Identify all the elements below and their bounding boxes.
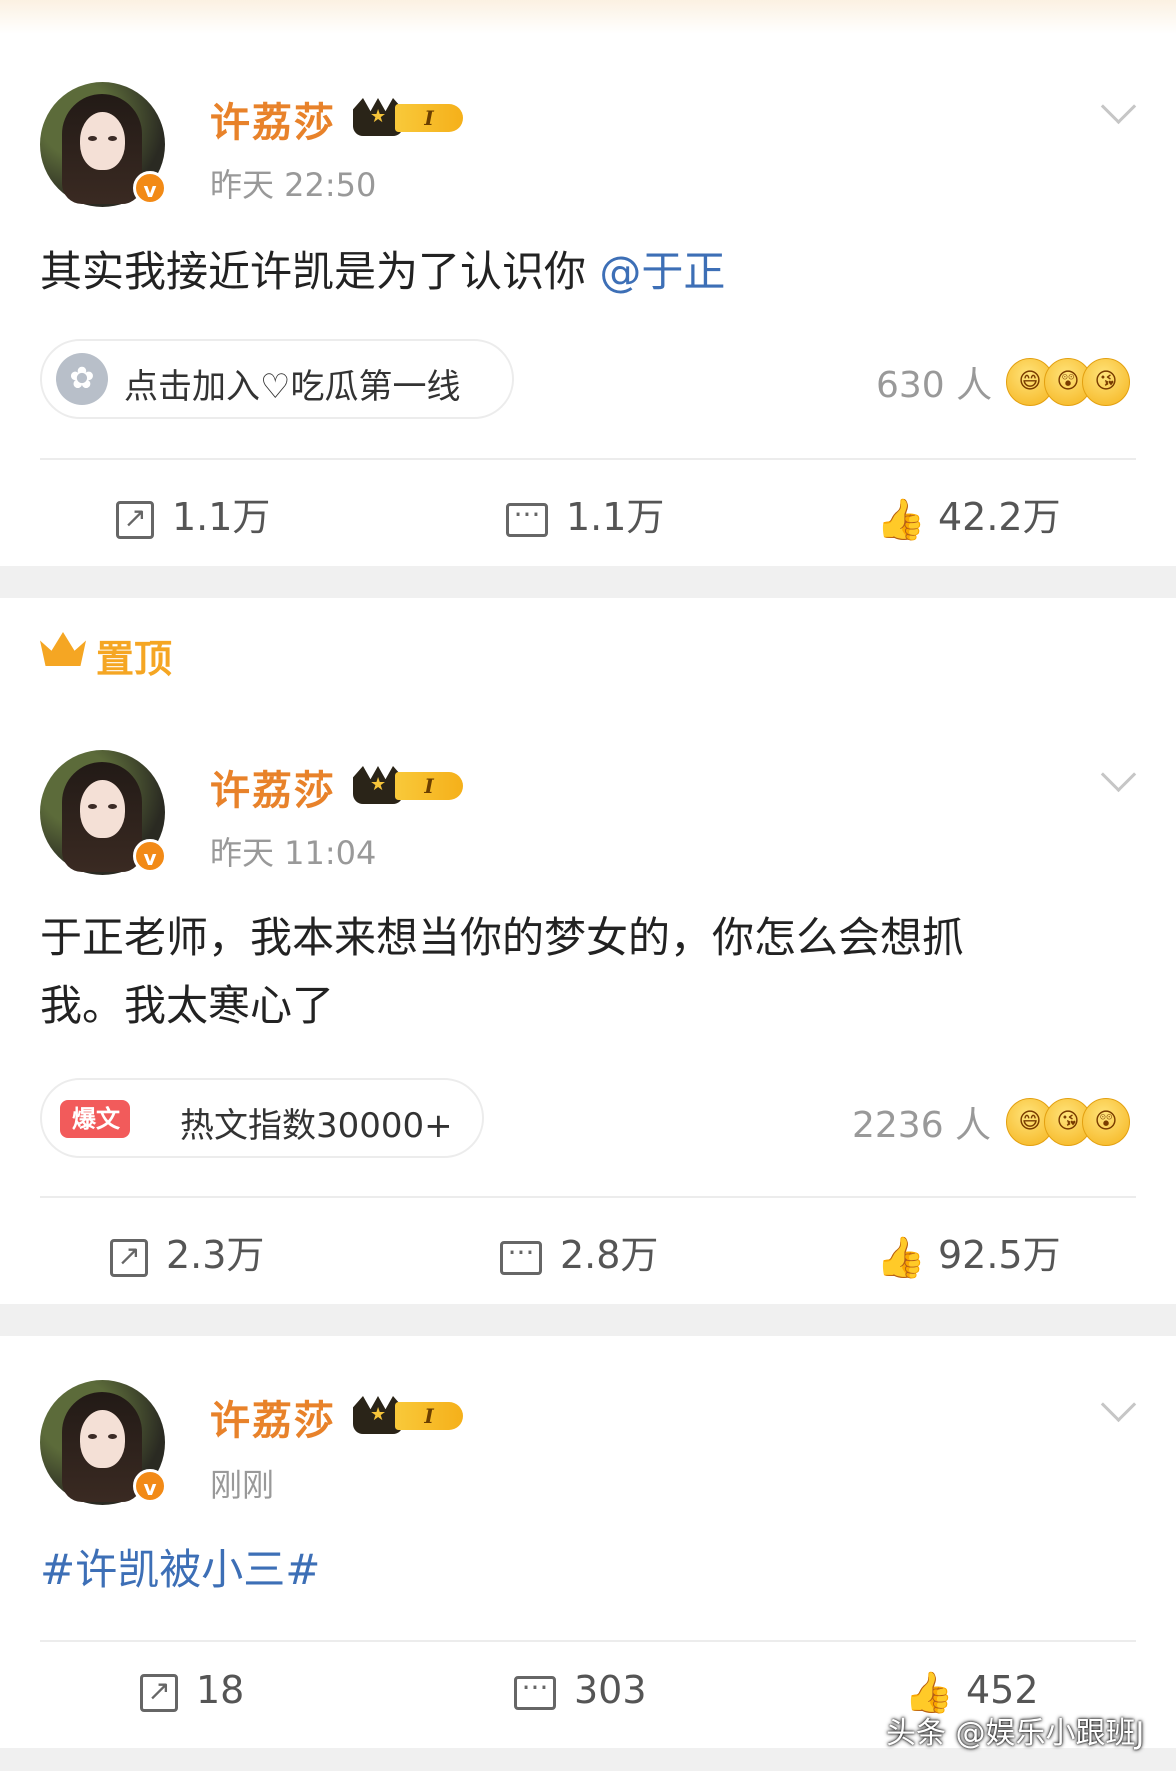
vip-badge[interactable]: ★ I: [353, 1394, 467, 1436]
comment-icon: ···: [514, 1673, 556, 1710]
verified-badge-icon: v: [133, 839, 167, 873]
share-count: 18: [196, 1668, 245, 1712]
share-count: 1.1万: [172, 495, 271, 539]
star-icon: ★: [370, 1404, 387, 1425]
divider: [40, 1640, 1136, 1642]
chevron-down-icon[interactable]: [1100, 756, 1137, 793]
post-content: 于正老师，我本来想当你的梦女的，你怎么会想抓 我。我太寒心了: [40, 904, 1130, 1040]
vip-level: I: [395, 1402, 463, 1430]
username[interactable]: 许荔莎: [210, 1388, 336, 1446]
vip-level: I: [395, 104, 463, 132]
comment-button[interactable]: ··· 2.8万: [500, 1224, 658, 1279]
post-text-line: 我。我太寒心了: [40, 981, 335, 1030]
vip-level: I: [395, 772, 463, 800]
username[interactable]: 许荔莎: [210, 758, 336, 816]
like-count: 452: [966, 1668, 1039, 1712]
star-icon: ★: [370, 106, 387, 127]
post-content: 其实我接近许凯是为了认识你 @于正: [40, 238, 1130, 306]
burst-badge: 爆文: [60, 1100, 130, 1138]
thumbs-up-icon: 👍: [876, 1234, 926, 1281]
comment-button[interactable]: ··· 303: [514, 1668, 647, 1712]
pinned-text: 置顶: [96, 637, 173, 681]
share-icon: ↗: [110, 1238, 148, 1277]
share-button[interactable]: ↗ 2.3万: [110, 1224, 264, 1279]
vip-badge[interactable]: ★ I: [353, 96, 467, 138]
post-card[interactable]: v 许荔莎 ★ I 昨天 11:04 于正老师，我本来想当你的梦女的，你怎么会想…: [0, 598, 1176, 1304]
comment-button[interactable]: ··· 1.1万: [506, 486, 664, 541]
divider: [40, 1196, 1136, 1198]
username[interactable]: 许荔莎: [210, 90, 336, 148]
group-pill[interactable]: ✿ 点击加入♡吃瓜第一线: [40, 339, 514, 419]
reaction-count: 2236 人: [852, 1105, 992, 1146]
post-time: 昨天 22:50: [210, 166, 377, 204]
comment-icon: ···: [500, 1238, 542, 1275]
comment-count: 1.1万: [566, 495, 665, 539]
reaction-count: 630 人: [876, 365, 993, 406]
post-card[interactable]: v 许荔莎 ★ I 刚刚 #许凯被小三# ↗ 18 ··· 303 👍 452: [0, 1336, 1176, 1748]
post-text-line: 于正老师，我本来想当你的梦女的，你怎么会想抓: [40, 913, 965, 962]
verified-badge-icon: v: [133, 171, 167, 205]
top-strip: [0, 0, 1176, 34]
share-button[interactable]: ↗ 18: [140, 1668, 244, 1712]
kiss-emoji-icon: 😘: [1082, 358, 1130, 406]
pill-label: 热文指数30000+: [180, 1106, 453, 1146]
chevron-down-icon[interactable]: [1100, 88, 1137, 125]
avatar[interactable]: v: [40, 750, 167, 875]
hot-index-pill[interactable]: 爆文 热文指数30000+: [40, 1078, 484, 1158]
comment-count: 303: [574, 1668, 647, 1712]
pill-label: 点击加入♡吃瓜第一线: [124, 367, 461, 407]
post-time: 昨天 11:04: [210, 834, 377, 872]
comment-icon: ···: [506, 500, 548, 537]
like-count: 42.2万: [938, 495, 1061, 539]
post-text: 其实我接近许凯是为了认识你: [40, 247, 587, 296]
avatar[interactable]: v: [40, 82, 167, 207]
star-icon: ★: [370, 774, 387, 795]
surprise-emoji-icon: 😲: [1082, 1098, 1130, 1146]
mention-link[interactable]: @于正: [599, 247, 725, 296]
hashtag-link[interactable]: #许凯被小三#: [40, 1545, 320, 1594]
vip-badge[interactable]: ★ I: [353, 764, 467, 806]
like-button[interactable]: 👍 92.5万: [876, 1224, 1061, 1280]
comment-count: 2.8万: [560, 1233, 659, 1277]
share-icon: ↗: [116, 500, 154, 539]
flower-icon: ✿: [56, 353, 108, 405]
verified-badge-icon: v: [133, 1469, 167, 1503]
watermark: 头条 @娱乐小跟班J: [886, 1716, 1145, 1751]
chevron-down-icon[interactable]: [1100, 1386, 1137, 1423]
post-card[interactable]: v 许荔莎 ★ I 昨天 22:50 其实我接近许凯是为了认识你 @于正 ✿ 点…: [0, 34, 1176, 566]
share-icon: ↗: [140, 1673, 178, 1712]
share-button[interactable]: ↗ 1.1万: [116, 486, 270, 541]
post-content: #许凯被小三#: [40, 1536, 1130, 1604]
like-count: 92.5万: [938, 1233, 1061, 1277]
avatar[interactable]: v: [40, 1380, 167, 1505]
divider: [40, 458, 1136, 460]
thumbs-up-icon: 👍: [876, 496, 926, 543]
share-count: 2.3万: [166, 1233, 265, 1277]
post-time: 刚刚: [210, 1466, 275, 1504]
like-button[interactable]: 👍 42.2万: [876, 486, 1061, 542]
